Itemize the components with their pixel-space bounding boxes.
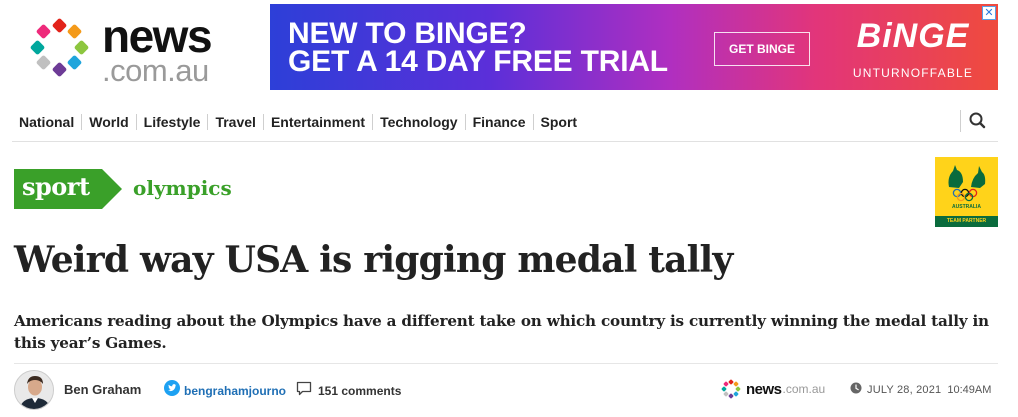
comment-icon [296, 381, 312, 401]
author-avatar[interactable] [14, 370, 54, 410]
ad-headline-2: GET A 14 DAY FREE TRIAL [288, 45, 668, 78]
nav-item-national[interactable]: National [12, 114, 81, 130]
comments-count: 151 comments [318, 384, 402, 398]
binge-logo: BiNGE [856, 17, 970, 55]
twitter-handle: bengrahamjourno [184, 383, 287, 398]
olympic-team-partner-badge: AUSTRALIA TEAM PARTNER [935, 157, 998, 227]
search-icon[interactable] [960, 110, 986, 132]
author-twitter-link[interactable]: bengrahamjourno [164, 380, 286, 401]
logo-dot [66, 23, 83, 40]
source-logo-domain: .com.au [782, 382, 826, 396]
nav-item-entertainment[interactable]: Entertainment [262, 114, 372, 130]
logo-dot [35, 23, 52, 40]
publish-date: JULY 28, 2021 10:49AM [850, 381, 991, 399]
subsection-tag-olympics[interactable]: olympics [133, 176, 232, 200]
logo-domain: .com.au [102, 53, 209, 88]
section-tag-label: sport [22, 172, 90, 201]
logo-dots-icon [26, 14, 94, 82]
logo-dot [73, 39, 89, 55]
nav-item-technology[interactable]: Technology [372, 114, 465, 130]
logo-dot [733, 391, 739, 397]
comments-link[interactable]: 151 comments [296, 381, 401, 401]
time-text: 10:49AM [947, 384, 992, 396]
author-name[interactable]: Ben Graham [64, 382, 141, 397]
twitter-icon [164, 380, 180, 401]
ad-close-icon[interactable]: ✕ [982, 6, 996, 20]
nav-item-world[interactable]: World [81, 114, 135, 130]
divider [14, 363, 998, 364]
article-headline: Weird way USA is rigging medal tally [14, 239, 733, 281]
logo-dot [66, 54, 83, 71]
section-tag-sport[interactable]: sport [14, 169, 122, 209]
article-standfirst: Americans reading about the Olympics hav… [14, 312, 989, 352]
aoc-emblem-icon [948, 165, 986, 202]
logo-dot [51, 61, 67, 77]
logo-dot [51, 17, 67, 33]
nav-item-sport[interactable]: Sport [532, 114, 585, 130]
nav-item-lifestyle[interactable]: Lifestyle [135, 114, 208, 130]
nav-item-finance[interactable]: Finance [464, 114, 533, 130]
byline: Ben Graham bengrahamjourno 151 comments … [14, 368, 1004, 412]
get-binge-button[interactable]: GET BINGE [714, 32, 810, 66]
logo-dot [35, 54, 52, 71]
binge-ad-banner[interactable]: NEW TO BINGE? GET A 14 DAY FREE TRIAL GE… [270, 4, 998, 90]
nav-item-travel[interactable]: Travel [207, 114, 262, 130]
source-logo: news .com.au [720, 378, 825, 400]
source-logo-word: news [746, 380, 782, 398]
binge-tagline: UNTURNOFFABLE [852, 66, 974, 80]
news-logo[interactable]: news .com.au [26, 12, 236, 88]
clock-icon [850, 381, 862, 399]
date-text: JULY 28, 2021 [867, 384, 942, 396]
aoc-label: AUSTRALIA [952, 204, 981, 210]
logo-dot [29, 39, 45, 55]
source-logo-dots-icon [720, 378, 742, 400]
team-partner-label: TEAM PARTNER [935, 216, 998, 227]
main-nav: National World Lifestyle Travel Entertai… [12, 106, 998, 142]
